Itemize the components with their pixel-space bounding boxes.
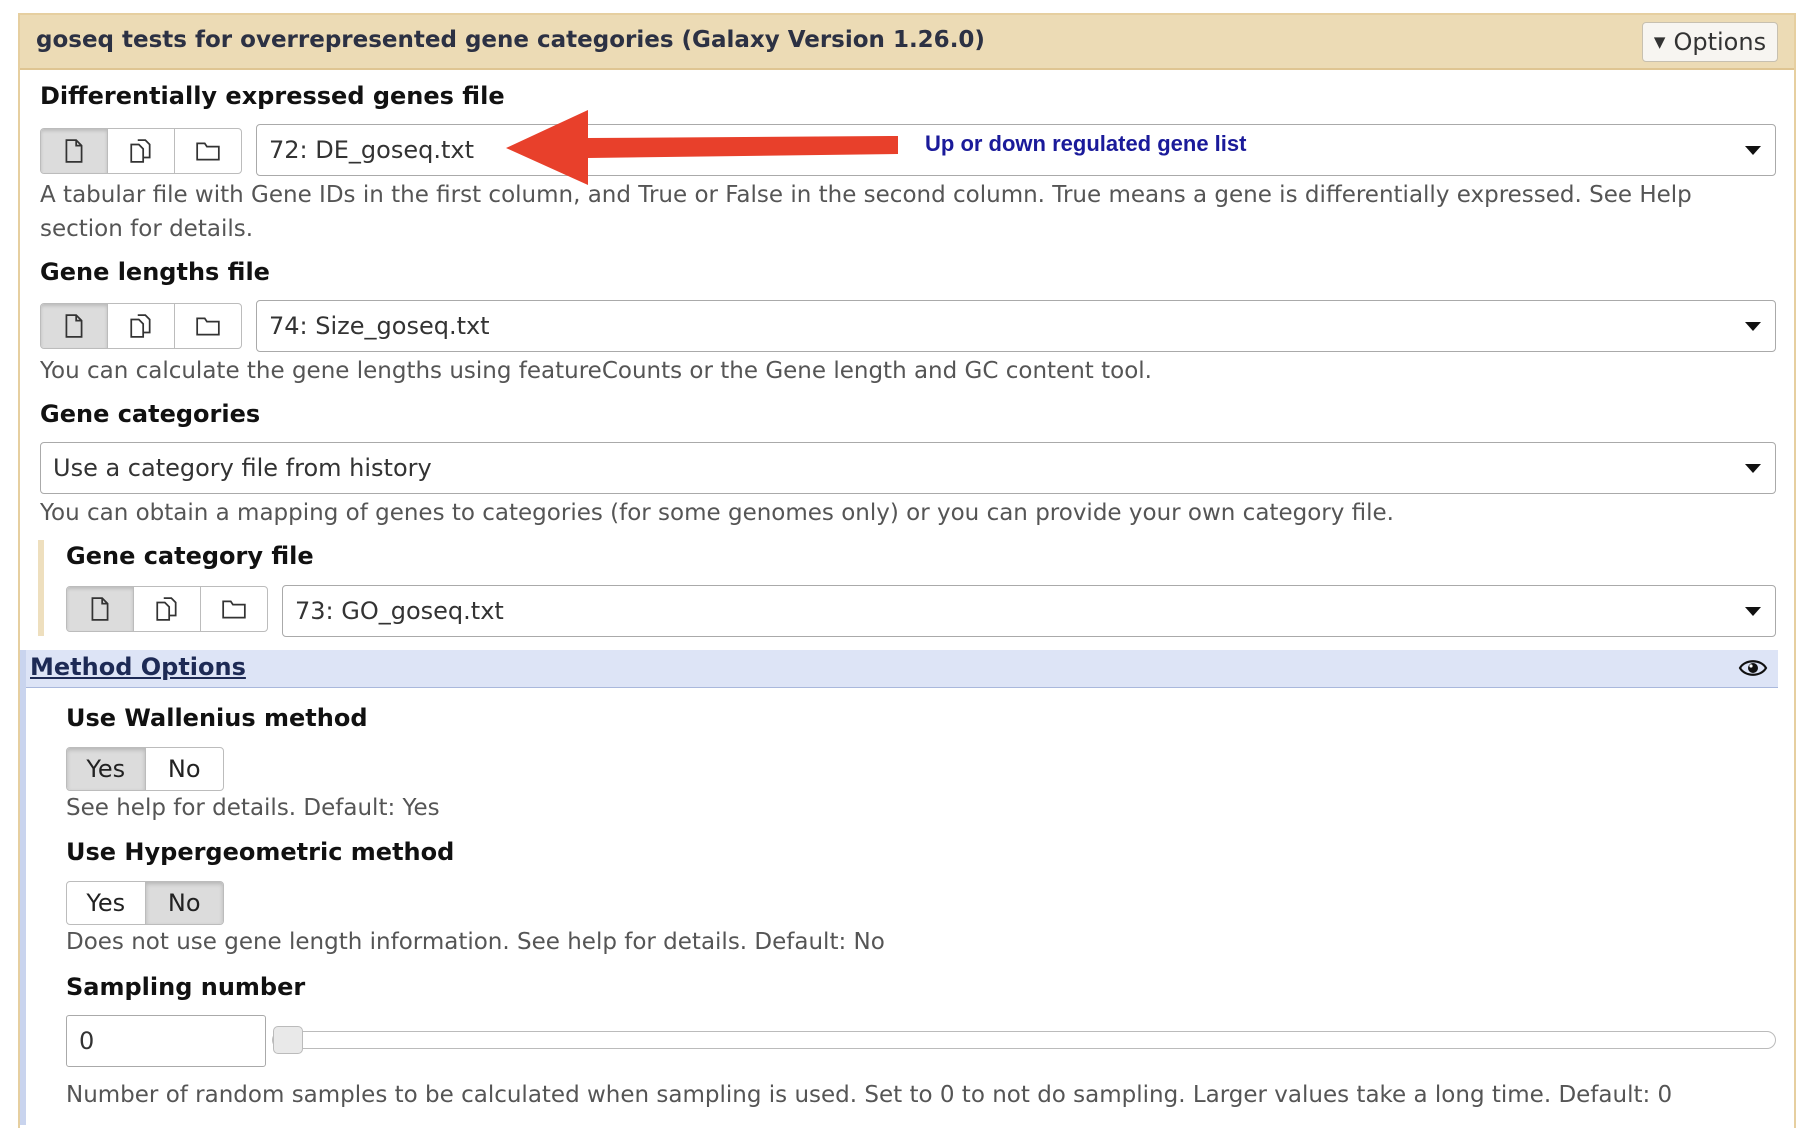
gene-category-file-label: Gene category file (66, 542, 314, 570)
gene-categories-select[interactable]: Use a category file from history (40, 442, 1776, 494)
gene-lengths-label: Gene lengths file (40, 258, 270, 286)
sampling-label: Sampling number (66, 973, 306, 1001)
single-dataset-button[interactable] (41, 129, 108, 173)
gene-categories-selected: Use a category file from history (53, 454, 432, 482)
folder-icon (222, 600, 246, 619)
multiple-datasets-button[interactable] (108, 129, 175, 173)
hypergeometric-label: Use Hypergeometric method (66, 838, 455, 866)
tool-title: goseq tests for overrepresented gene cat… (36, 27, 985, 53)
caret-down-icon: ▼ (1653, 33, 1666, 51)
options-button[interactable]: ▼ Options (1642, 22, 1778, 62)
file-icon (65, 139, 83, 163)
gene-categories-help: You can obtain a mapping of genes to cat… (40, 500, 1394, 526)
files-icon (130, 139, 151, 163)
gene-category-file-select[interactable]: 73: GO_goseq.txt (282, 585, 1776, 637)
wallenius-no-button[interactable]: No (146, 748, 224, 790)
red-arrow-shape (506, 110, 898, 185)
single-dataset-button[interactable] (67, 587, 134, 631)
gene-lengths-select[interactable]: 74: Size_goseq.txt (256, 300, 1776, 352)
gene-lengths-selected: 74: Size_goseq.txt (269, 312, 490, 340)
collection-button[interactable] (201, 587, 267, 631)
wallenius-toggle: Yes No (66, 747, 224, 791)
wallenius-label: Use Wallenius method (66, 704, 368, 732)
annotation-text: Up or down regulated gene list (925, 131, 1247, 156)
tool-header: goseq tests for overrepresented gene cat… (20, 15, 1794, 70)
file-icon (65, 314, 83, 338)
wallenius-help: See help for details. Default: Yes (66, 795, 440, 821)
sampling-slider-track[interactable] (272, 1031, 1776, 1049)
caret-down-icon (1745, 607, 1761, 616)
sampling-number-input[interactable]: 0 (66, 1015, 266, 1067)
wallenius-yes-button[interactable]: Yes (67, 748, 146, 790)
file-icon (91, 597, 109, 621)
single-dataset-button[interactable] (41, 304, 108, 348)
conditional-bar (38, 540, 44, 636)
gene-categories-label: Gene categories (40, 400, 261, 428)
files-icon (130, 314, 151, 338)
multiple-datasets-button[interactable] (134, 587, 201, 631)
multiple-datasets-button[interactable] (108, 304, 175, 348)
method-options-title[interactable]: Method Options (30, 653, 246, 681)
gene-lengths-help: You can calculate the gene lengths using… (40, 358, 1152, 384)
folder-icon (196, 317, 220, 336)
de-genes-input-type (40, 128, 242, 174)
hypergeometric-no-button[interactable]: No (145, 882, 223, 924)
de-genes-label: Differentially expressed genes file (40, 82, 505, 110)
gene-category-file-input-type (66, 586, 268, 632)
caret-down-icon (1745, 322, 1761, 331)
gene-category-file-selected: 73: GO_goseq.txt (295, 597, 504, 625)
collection-button[interactable] (175, 129, 241, 173)
hypergeometric-toggle: Yes No (66, 881, 224, 925)
sampling-slider-handle[interactable] (273, 1026, 303, 1054)
folder-icon (196, 142, 220, 161)
sampling-help: Number of random samples to be calculate… (66, 1082, 1673, 1108)
caret-down-icon (1745, 464, 1761, 473)
hypergeometric-yes-button[interactable]: Yes (67, 882, 146, 924)
options-label: Options (1673, 28, 1767, 56)
caret-down-icon (1745, 146, 1761, 155)
annotation-arrow (506, 110, 898, 185)
collection-button[interactable] (175, 304, 241, 348)
hypergeometric-help: Does not use gene length information. Se… (66, 929, 885, 955)
gene-lengths-input-type (40, 303, 242, 349)
de-genes-selected: 72: DE_goseq.txt (269, 136, 474, 164)
eye-icon[interactable] (1738, 656, 1768, 680)
method-options-header[interactable]: Method Options (26, 650, 1778, 688)
files-icon (156, 597, 177, 621)
